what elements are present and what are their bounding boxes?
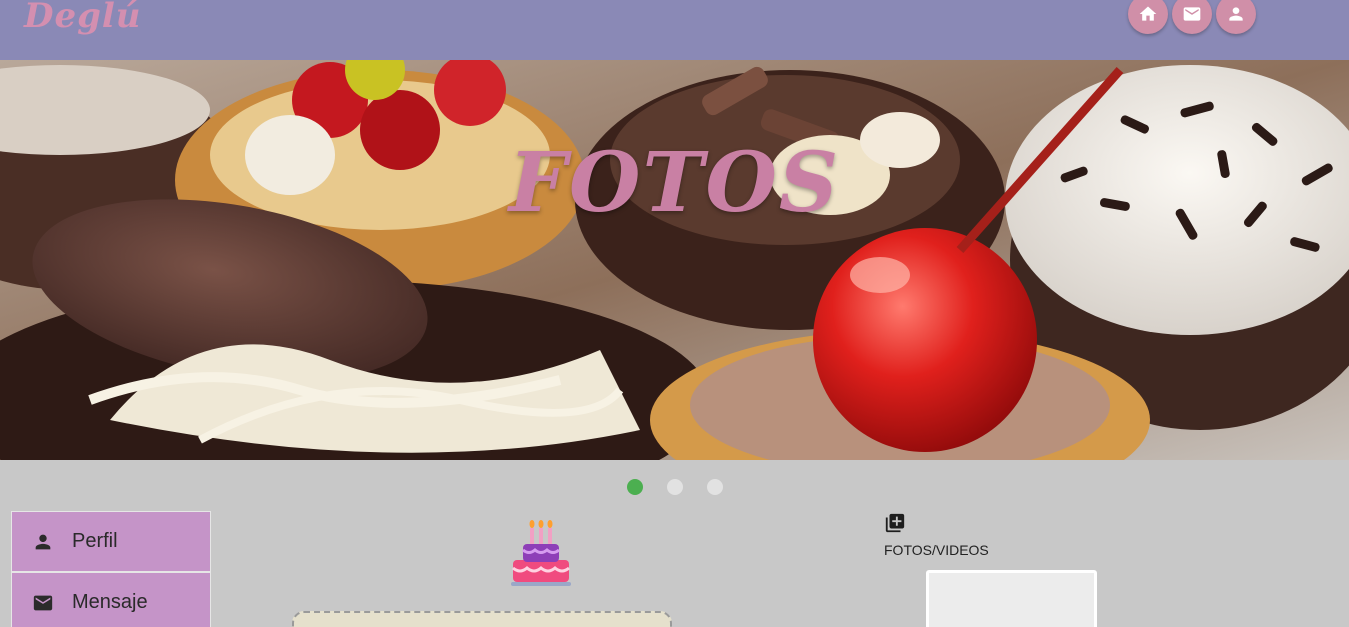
home-icon — [1139, 6, 1157, 21]
sidebar-item-perfil[interactable]: Perfil — [11, 511, 211, 572]
hero-title: FOTOS — [508, 135, 841, 231]
birthday-cake-icon — [511, 520, 571, 586]
user-icon — [1229, 7, 1243, 21]
mail-icon — [1183, 7, 1201, 21]
site-logo[interactable]: Deglú — [24, 0, 142, 36]
profile-button[interactable] — [1216, 0, 1256, 34]
top-navbar: Deglú — [0, 0, 1349, 60]
post-composer-box[interactable] — [292, 611, 672, 627]
mail-icon — [30, 590, 56, 616]
messages-button[interactable] — [1172, 0, 1212, 34]
sidebar-item-label: Perfil — [72, 530, 118, 552]
carousel-dot-2[interactable] — [667, 479, 683, 495]
carousel-dot-3[interactable] — [707, 479, 723, 495]
add-photo-library-icon[interactable] — [884, 512, 906, 534]
sidebar-item-mensaje[interactable]: Mensaje — [11, 572, 211, 627]
media-thumbnail[interactable] — [926, 570, 1097, 627]
media-section-label: FOTOS/VIDEOS — [884, 542, 989, 558]
hero-banner: FOTOS — [0, 60, 1349, 460]
person-icon — [30, 529, 56, 555]
carousel-dot-1[interactable] — [627, 479, 643, 495]
hero-dessert-image — [0, 60, 1349, 460]
home-button[interactable] — [1128, 0, 1168, 34]
sidebar-item-label: Mensaje — [72, 591, 148, 613]
